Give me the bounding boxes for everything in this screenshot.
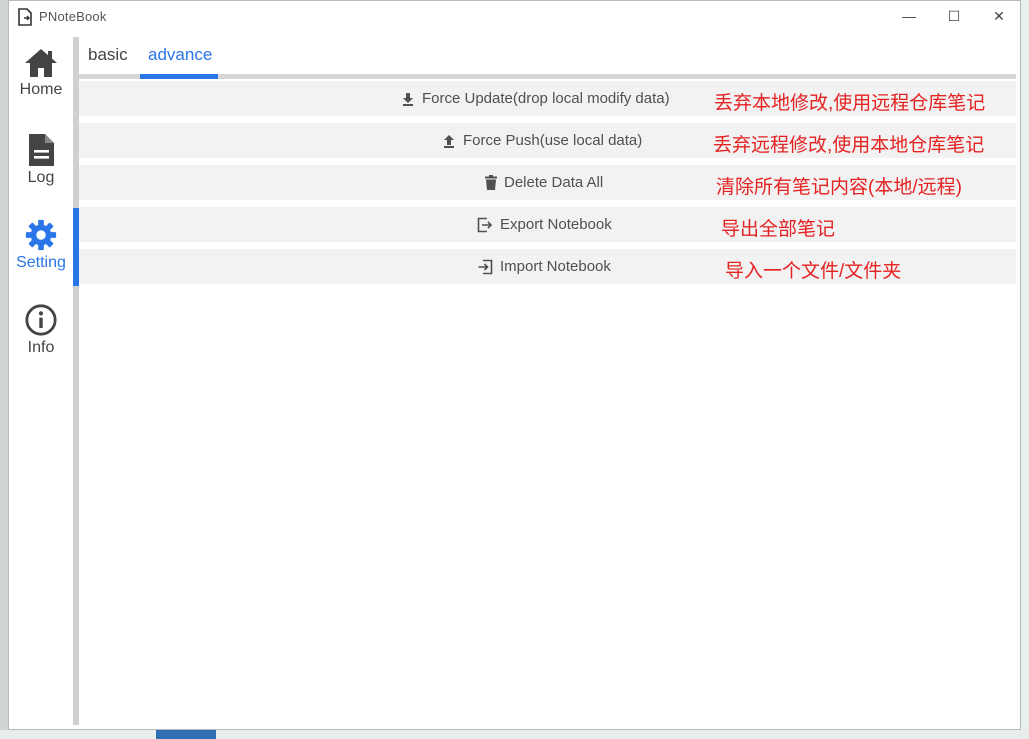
tab-rule	[79, 74, 1016, 79]
sidebar-item-log[interactable]: Log	[9, 123, 73, 203]
info-icon	[25, 304, 57, 336]
sidebar-item-label: Info	[27, 339, 55, 356]
sidebar-nav: Home Log Setting Info	[9, 37, 73, 729]
title-bar[interactable]: PNoteBook — ☐ ✕	[9, 1, 1020, 33]
import-notebook-label: Import Notebook	[500, 258, 611, 275]
taskbar-item	[156, 730, 216, 739]
force-push-button[interactable]: Force Push(use local data)	[442, 123, 642, 158]
force-update-button[interactable]: Force Update(drop local modify data)	[401, 81, 670, 116]
document-icon	[29, 134, 54, 166]
delete-data-all-label: Delete Data All	[504, 174, 604, 191]
export-annotation: 导出全部笔记	[721, 219, 836, 240]
window-title: PNoteBook	[39, 9, 107, 24]
export-icon	[477, 217, 493, 232]
tab-active-underline	[140, 74, 218, 79]
app-notebook-icon	[18, 8, 32, 26]
desktop-taskbar-strip	[0, 730, 1029, 739]
force-push-label: Force Push(use local data)	[463, 132, 643, 149]
download-icon	[403, 92, 413, 106]
export-notebook-button[interactable]: Export Notebook	[477, 207, 612, 242]
action-row-import: Import Notebook 导入一个文件/文件夹	[79, 249, 1016, 284]
sidebar-item-label: Home	[19, 81, 63, 98]
sidebar-item-label: Log	[27, 169, 55, 186]
sidebar-item-setting[interactable]: Setting	[9, 208, 73, 288]
action-row-force-push: Force Push(use local data) 丢弃远程修改,使用本地仓库…	[79, 123, 1016, 158]
sidebar-item-home[interactable]: Home	[9, 37, 73, 117]
import-notebook-button[interactable]: Import Notebook	[477, 249, 611, 284]
import-icon	[478, 259, 493, 274]
settings-panel: basic advance Force Update(drop local mo…	[79, 37, 1016, 727]
delete-data-all-button[interactable]: Delete Data All	[485, 165, 603, 200]
delete-data-annotation: 清除所有笔记内容(本地/远程)	[716, 177, 962, 198]
action-row-export: Export Notebook 导出全部笔记	[79, 207, 1016, 242]
force-update-label: Force Update(drop local modify data)	[422, 90, 670, 107]
tab-bar: basic advance	[79, 37, 1016, 79]
desktop-background-right	[1021, 0, 1029, 739]
home-icon	[25, 49, 57, 77]
maximize-button[interactable]: ☐	[931, 1, 977, 31]
tab-advance[interactable]: advance	[148, 45, 212, 65]
tab-basic[interactable]: basic	[88, 45, 128, 65]
sidebar-item-label: Setting	[16, 254, 66, 271]
action-row-force-update: Force Update(drop local modify data) 丢弃本…	[79, 81, 1016, 116]
force-update-annotation: 丢弃本地修改,使用远程仓库笔记	[714, 93, 986, 114]
minimize-button[interactable]: —	[886, 1, 932, 31]
app-window: PNoteBook — ☐ ✕ Home Log Setting Info ba…	[8, 0, 1021, 730]
trash-icon	[485, 175, 497, 190]
upload-icon	[444, 134, 454, 148]
close-button[interactable]: ✕	[976, 1, 1022, 31]
action-row-delete-data: Delete Data All 清除所有笔记内容(本地/远程)	[79, 165, 1016, 200]
sidebar-item-info[interactable]: Info	[9, 293, 73, 373]
export-notebook-label: Export Notebook	[500, 216, 612, 233]
import-annotation: 导入一个文件/文件夹	[725, 261, 902, 282]
force-push-annotation: 丢弃远程修改,使用本地仓库笔记	[713, 135, 985, 156]
gear-icon	[25, 219, 57, 251]
